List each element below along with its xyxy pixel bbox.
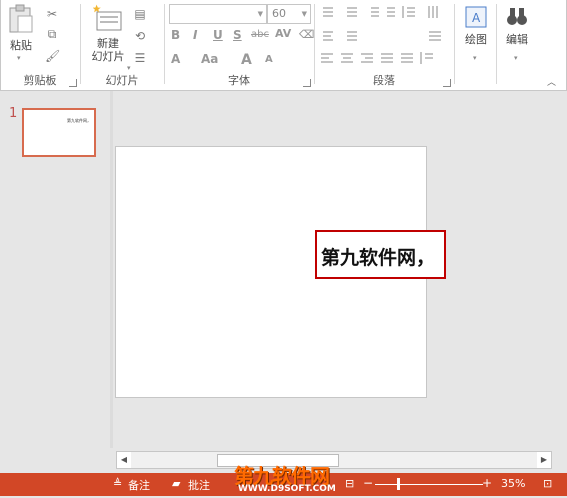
binoculars-icon xyxy=(507,8,527,25)
clipboard-group: 粘贴 ▾ ✂ ⧉ 🖌 剪贴板 xyxy=(1,0,79,90)
comments-button[interactable]: 批注 xyxy=(188,477,210,493)
paste-label: 粘贴 xyxy=(10,39,32,52)
slides-group-label: 幻灯片 xyxy=(105,74,139,87)
strikethrough-button[interactable]: abc xyxy=(251,29,269,40)
reset-icon[interactable]: ⟲ xyxy=(133,30,147,42)
thumbnail-text: 第九软件网， xyxy=(67,118,91,123)
status-bar: ≜ 备注 ▰ 批注 第九软件网 WWW.D9SOFT.COM ⊟ − + 35%… xyxy=(0,464,567,496)
paragraph-launcher-icon[interactable] xyxy=(443,79,451,87)
chevron-down-icon[interactable]: ▾ xyxy=(473,52,477,65)
slide-thumbnail[interactable]: 第九软件网， xyxy=(22,108,96,157)
shadow-button[interactable]: S xyxy=(233,28,242,42)
slide-canvas[interactable]: 第九软件网， xyxy=(115,146,446,398)
drawing-label: 绘图 xyxy=(465,33,487,46)
paste-icon xyxy=(9,4,33,33)
cut-icon[interactable]: ✂ xyxy=(45,8,59,20)
clipboard-launcher-icon[interactable] xyxy=(69,79,77,87)
slides-group: 新建 幻灯片 ▾ ▤ ⟲ ☰ 幻灯片 xyxy=(81,0,163,90)
notes-button[interactable]: 备注 xyxy=(128,477,150,493)
thumbnail-pane: 1 第九软件网， xyxy=(0,91,110,448)
new-slide-label-1: 新建 xyxy=(97,37,119,50)
zoom-slider-thumb[interactable] xyxy=(397,478,400,490)
paragraph-group-label: 段落 xyxy=(373,74,395,87)
text-shadow-button[interactable]: A xyxy=(171,52,180,66)
font-name-combo[interactable]: ▼ xyxy=(169,4,267,24)
selected-textbox[interactable]: 第九软件网， xyxy=(315,230,446,279)
slide-number: 1 xyxy=(9,106,18,121)
slide-editing-area: 第九软件网， xyxy=(113,91,551,448)
svg-text:A: A xyxy=(472,11,481,25)
clipboard-group-label: 剪贴板 xyxy=(23,74,57,87)
copy-icon[interactable]: ⧉ xyxy=(45,28,59,40)
drawing-button[interactable]: A 绘图 ▾ xyxy=(457,4,495,62)
italic-button[interactable]: I xyxy=(193,28,197,42)
collapse-ribbon-icon[interactable]: ︿ xyxy=(547,75,556,88)
change-case-button[interactable]: Aa xyxy=(201,52,218,66)
scroll-right-icon[interactable]: ▶ xyxy=(537,452,551,468)
font-size-combo[interactable]: 60 ▼ xyxy=(267,4,311,24)
zoom-percent[interactable]: 35% xyxy=(501,477,525,490)
font-launcher-icon[interactable] xyxy=(303,79,311,87)
chevron-down-icon[interactable]: ▾ xyxy=(514,52,518,65)
notes-icon[interactable]: ≜ xyxy=(113,477,122,490)
paragraph-icons xyxy=(321,6,441,64)
underline-button[interactable]: U xyxy=(213,28,223,42)
watermark-url: WWW.D9SOFT.COM xyxy=(238,484,336,494)
scroll-left-icon[interactable]: ◀ xyxy=(117,452,131,468)
comments-icon[interactable]: ▰ xyxy=(172,477,180,490)
paste-dropdown-arrow[interactable]: ▾ xyxy=(17,52,21,65)
chevron-down-icon: ▼ xyxy=(301,10,307,18)
clear-format-icon[interactable]: ⌫ xyxy=(299,28,315,41)
layout-icon[interactable]: ▤ xyxy=(133,8,147,20)
font-size-value: 60 xyxy=(272,7,286,20)
section-icon[interactable]: ☰ xyxy=(133,52,147,64)
char-spacing-button[interactable]: AV xyxy=(275,27,291,40)
group-separator xyxy=(454,4,455,84)
format-painter-icon[interactable]: 🖌 xyxy=(45,50,60,62)
group-separator xyxy=(496,4,497,84)
watermark-logo: 第九软件网 WWW.D9SOFT.COM xyxy=(230,460,336,498)
paragraph-group: 段落 xyxy=(315,0,453,90)
zoom-in-icon[interactable]: + xyxy=(482,476,492,490)
ribbon: 粘贴 ▾ ✂ ⧉ 🖌 剪贴板 新建 幻灯片 ▾ ▤ ⟲ ☰ 幻灯片 ▼ 60 ▼… xyxy=(0,0,567,91)
editing-label: 编辑 xyxy=(506,33,528,46)
vertical-scrollbar[interactable] xyxy=(551,91,565,448)
font-group-label: 字体 xyxy=(228,74,250,87)
shrink-font-button[interactable]: A xyxy=(265,54,273,65)
chevron-down-icon: ▼ xyxy=(257,10,263,18)
slideshow-icon[interactable]: ⊟ xyxy=(345,477,354,490)
new-slide-label-2: 幻灯片 xyxy=(91,50,125,63)
zoom-slider-track[interactable] xyxy=(375,484,483,485)
font-group: ▼ 60 ▼ B I U S abc AV ⌫ A Aa A A 字体 xyxy=(165,0,315,90)
new-slide-icon xyxy=(92,4,122,31)
new-slide-button[interactable]: 新建 幻灯片 ▾ xyxy=(85,4,131,72)
paste-button[interactable]: 粘贴 ▾ xyxy=(5,4,37,62)
shapes-icon: A xyxy=(465,6,487,28)
zoom-out-icon[interactable]: − xyxy=(363,476,373,490)
textbox-text: 第九软件网， xyxy=(321,247,436,269)
bold-button[interactable]: B xyxy=(171,28,180,42)
fit-to-window-icon[interactable]: ⊡ xyxy=(543,477,552,490)
editing-button[interactable]: 编辑 ▾ xyxy=(499,4,535,62)
grow-font-button[interactable]: A xyxy=(241,52,252,68)
